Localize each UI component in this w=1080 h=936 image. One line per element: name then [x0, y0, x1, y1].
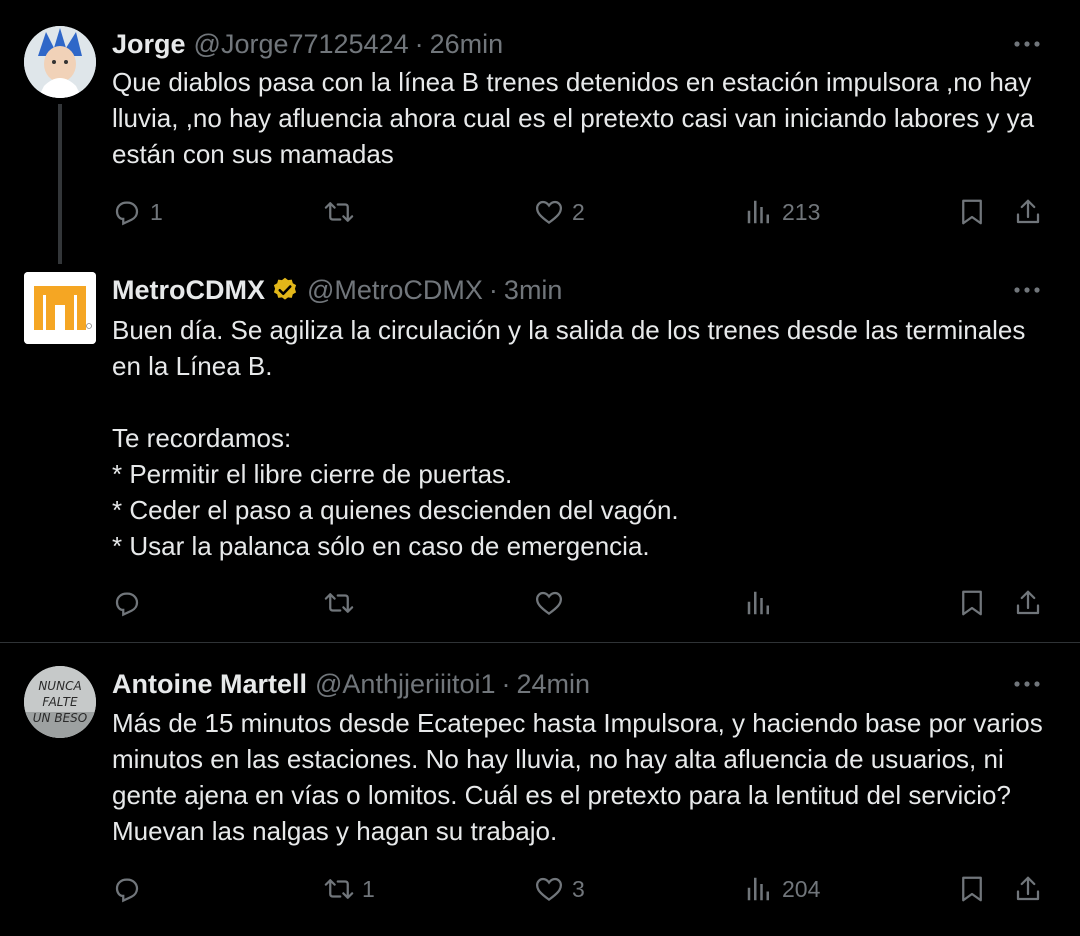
- timestamp[interactable]: 24min: [517, 669, 591, 700]
- tweet-header: MetroCDMX @MetroCDMX · 3min: [112, 272, 562, 308]
- like-count: 2: [572, 198, 585, 225]
- more-icon[interactable]: [1012, 280, 1042, 300]
- more-icon[interactable]: [1012, 34, 1042, 54]
- avatar-image: NUNCA FALTE UN BESO: [24, 666, 96, 738]
- metro-logo-icon: [24, 272, 96, 344]
- reply-button[interactable]: [112, 871, 150, 907]
- tweet-actions: 1 3 204: [0, 871, 1080, 907]
- bookmark-icon: [962, 199, 982, 225]
- share-button[interactable]: [1013, 194, 1043, 230]
- like-count: 3: [572, 875, 585, 902]
- tweet-actions: 1 2 213: [0, 194, 1080, 230]
- retweet-icon: [324, 879, 354, 899]
- retweet-button[interactable]: [324, 194, 362, 230]
- like-button[interactable]: 2: [534, 194, 585, 230]
- bookmark-button[interactable]: [957, 585, 987, 621]
- avatar-jorge[interactable]: [24, 26, 96, 98]
- views-button[interactable]: [744, 585, 782, 621]
- verified-badge-icon[interactable]: [271, 276, 299, 304]
- views-count: 213: [782, 198, 821, 225]
- display-name[interactable]: Antoine Martell: [112, 669, 307, 700]
- timestamp[interactable]: 3min: [504, 275, 563, 306]
- svg-text:UN BESO: UN BESO: [33, 711, 87, 725]
- views-icon: [747, 200, 769, 224]
- bookmark-icon: [962, 590, 982, 616]
- bookmark-button[interactable]: [957, 194, 987, 230]
- separator-dot: ·: [488, 274, 498, 305]
- retweet-icon: [324, 202, 354, 222]
- user-handle[interactable]: @Jorge77125424: [194, 29, 409, 60]
- tweet-text: Que diablos pasa con la línea B trenes d…: [112, 67, 1035, 169]
- share-icon: [1016, 876, 1040, 901]
- views-button[interactable]: 204: [744, 871, 820, 907]
- retweet-button[interactable]: 1: [324, 871, 375, 907]
- tweet-text: Buen día. Se agiliza la circulación y la…: [112, 315, 1026, 561]
- thread-connector-line: [58, 104, 62, 264]
- reply-button[interactable]: [112, 585, 150, 621]
- user-handle[interactable]: @Anthjjeriiitoi1: [315, 669, 495, 700]
- like-button[interactable]: [534, 585, 572, 621]
- reply-button[interactable]: 1: [112, 194, 163, 230]
- tweet-header: Antoine Martell @Anthjjeriiitoi1 · 24min: [112, 666, 590, 702]
- share-icon: [1016, 199, 1040, 224]
- reply-icon: [115, 592, 139, 617]
- separator-dot: ·: [414, 28, 424, 59]
- avatar-antoine-martell[interactable]: NUNCA FALTE UN BESO: [24, 666, 96, 738]
- retweet-icon: [324, 593, 354, 613]
- like-icon: [535, 200, 563, 225]
- svg-text:NUNCA: NUNCA: [38, 679, 81, 693]
- like-button[interactable]: 3: [534, 871, 585, 907]
- views-count: 204: [782, 875, 821, 902]
- tweet-actions: [0, 585, 1080, 621]
- separator-dot: ·: [501, 668, 511, 699]
- tweet-divider: [0, 642, 1080, 643]
- retweet-button[interactable]: [324, 585, 362, 621]
- more-icon[interactable]: [1012, 674, 1042, 694]
- tweet-text: Más de 15 minutos desde Ecatepec hasta I…: [112, 708, 1043, 846]
- like-icon: [535, 877, 563, 902]
- like-icon: [535, 591, 563, 616]
- tweet-header: Jorge @Jorge77125424 · 26min: [112, 26, 503, 62]
- user-handle[interactable]: @MetroCDMX: [307, 275, 483, 306]
- share-button[interactable]: [1013, 871, 1043, 907]
- svg-text:FALTE: FALTE: [42, 695, 78, 709]
- display-name[interactable]: MetroCDMX: [112, 275, 265, 306]
- avatar-image: [24, 26, 96, 98]
- reply-icon: [115, 878, 139, 903]
- timestamp[interactable]: 26min: [430, 29, 504, 60]
- bookmark-button[interactable]: [957, 871, 987, 907]
- share-icon: [1016, 590, 1040, 615]
- views-icon: [747, 591, 769, 615]
- avatar-metrocdmx[interactable]: [24, 272, 96, 344]
- reply-icon: [115, 201, 139, 226]
- retweet-count: 1: [362, 875, 375, 902]
- views-button[interactable]: 213: [744, 194, 820, 230]
- display-name[interactable]: Jorge: [112, 29, 186, 60]
- bookmark-icon: [962, 876, 982, 902]
- views-icon: [747, 877, 769, 901]
- share-button[interactable]: [1013, 585, 1043, 621]
- reply-count: 1: [150, 198, 163, 225]
